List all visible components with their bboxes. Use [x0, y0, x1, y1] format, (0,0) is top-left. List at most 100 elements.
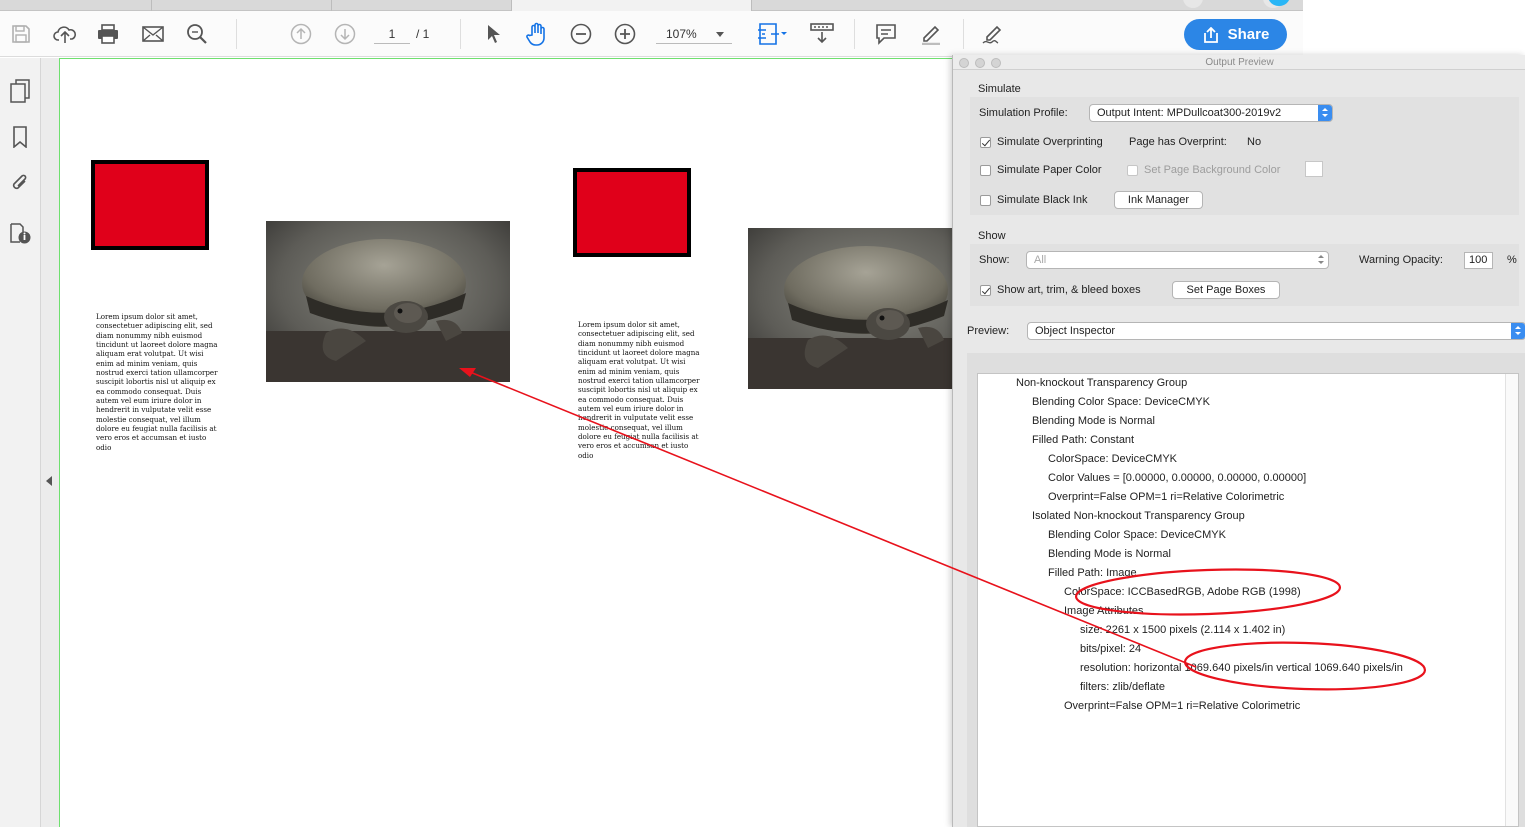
simulate-paper-color-label: Simulate Paper Color [997, 164, 1102, 176]
document-tab[interactable] [332, 0, 512, 11]
tree-item: Color Values = [0.00000, 0.00000, 0.0000… [1048, 472, 1307, 484]
turtle-photo [266, 221, 510, 382]
tree-item: Filled Path: Constant [1032, 434, 1135, 446]
preview-select-value: Object Inspector [1035, 325, 1116, 337]
show-select-value: All [1034, 254, 1047, 266]
pdf-page: Lorem ipsum dolor sit amet, consectetuer… [59, 58, 952, 827]
tree-item: Overprint=False OPM=1 ri=Relative Colori… [1048, 491, 1285, 503]
document-tab-active[interactable] [512, 0, 752, 11]
tree-item: Blending Color Space: DeviceCMYK [1032, 396, 1210, 408]
tree-item: Non-knockout Transparency Group [1016, 377, 1188, 389]
show-label: Show: [979, 254, 1010, 266]
toolbar-separator [236, 19, 237, 49]
percent-sign: % [1507, 254, 1517, 266]
output-preview-panel: Output Preview Simulate Simulation Profi… [952, 55, 1525, 827]
previous-page-icon[interactable] [287, 20, 315, 48]
left-navigation-pane [0, 58, 41, 827]
document-tab[interactable] [152, 0, 332, 11]
sign-pen-icon[interactable] [980, 20, 1008, 48]
zoom-level-select[interactable]: 107% [656, 24, 732, 44]
chevron-updown-icon [1314, 252, 1328, 268]
show-heading: Show [978, 230, 1006, 242]
preview-select[interactable]: Object Inspector [1027, 322, 1525, 340]
share-button[interactable]: Share [1184, 19, 1287, 50]
tree-item: Filled Path: Image [1048, 567, 1137, 579]
show-boxes-label: Show art, trim, & bleed boxes [997, 284, 1141, 296]
zoom-out-icon[interactable] [567, 20, 595, 48]
simulation-profile-label: Simulation Profile: [979, 107, 1068, 119]
simulation-profile-value: Output Intent: MPDullcoat300-2019v2 [1097, 107, 1282, 119]
attachment-icon[interactable] [6, 169, 34, 197]
zoom-level-value: 107% [666, 27, 697, 41]
tree-item: ColorSpace: ICCBasedRGB, Adobe RGB (1998… [1064, 586, 1301, 598]
chevron-updown-icon [1511, 323, 1525, 339]
bookmark-icon[interactable] [6, 123, 34, 151]
page-thumbnails-icon[interactable] [6, 77, 34, 105]
show-group: Show: All Warning Opacity: 100 % Show ar… [970, 244, 1519, 306]
show-select[interactable]: All [1026, 251, 1329, 269]
email-icon[interactable] [139, 20, 167, 48]
show-boxes-checkbox[interactable] [980, 285, 991, 296]
zoom-window-icon[interactable] [991, 58, 1001, 68]
simulate-group: Simulation Profile: Output Intent: MPDul… [970, 97, 1519, 215]
set-page-boxes-button[interactable]: Set Page Boxes [1172, 281, 1280, 299]
main-toolbar: 1 / 1 107% Share [0, 11, 1303, 57]
save-icon[interactable] [7, 20, 35, 48]
highlight-pen-icon[interactable] [917, 20, 945, 48]
page-number-input[interactable]: 1 [374, 24, 410, 44]
simulate-overprinting-checkbox[interactable] [980, 137, 991, 148]
tree-item: resolution: horizontal 1069.640 pixels/i… [1080, 662, 1403, 674]
background-color-swatch[interactable] [1305, 161, 1323, 177]
collapse-pane-arrow-icon[interactable] [46, 476, 52, 486]
warning-opacity-input[interactable]: 100 [1464, 252, 1493, 269]
select-arrow-icon[interactable] [479, 20, 507, 48]
acrobat-window: 1 / 1 107% Share Lorem ipsum dolor sit a… [0, 0, 1525, 827]
fit-page-icon[interactable] [756, 20, 790, 48]
toolbar-separator [963, 19, 964, 49]
simulate-black-ink-checkbox[interactable] [980, 195, 991, 206]
search-icon[interactable] [183, 20, 211, 48]
tree-item: Overprint=False OPM=1 ri=Relative Colori… [1064, 700, 1301, 712]
share-icon [1203, 26, 1218, 43]
red-rectangle [573, 168, 691, 257]
close-window-icon[interactable] [959, 58, 969, 68]
document-properties-icon[interactable] [6, 219, 34, 247]
toolbar-separator [460, 19, 461, 49]
warning-opacity-label: Warning Opacity: [1359, 254, 1443, 266]
tree-item: ColorSpace: DeviceCMYK [1048, 453, 1177, 465]
share-button-label: Share [1227, 26, 1270, 43]
title-area-right [1183, 0, 1525, 11]
tree-item: Blending Color Space: DeviceCMYK [1048, 529, 1226, 541]
print-icon[interactable] [94, 20, 122, 48]
document-tab[interactable] [0, 0, 152, 11]
tree-item: Image Attributes [1064, 605, 1144, 617]
tree-item: Isolated Non-knockout Transparency Group [1032, 510, 1245, 522]
upload-cloud-icon[interactable] [51, 20, 79, 48]
tree-item: bits/pixel: 24 [1080, 643, 1142, 655]
toolbar-separator [854, 19, 855, 49]
tree-item: Blending Mode is Normal [1032, 415, 1155, 427]
object-inspector-tree[interactable]: Non-knockout Transparency Group Blending… [977, 373, 1519, 827]
comment-icon[interactable] [872, 20, 900, 48]
scrolling-mode-icon[interactable] [808, 20, 836, 48]
document-tab-strip [0, 0, 1303, 11]
page-has-overprint-value: No [1247, 136, 1262, 148]
minimize-window-icon[interactable] [975, 58, 985, 68]
simulate-paper-color-checkbox[interactable] [980, 165, 991, 176]
zoom-in-icon[interactable] [611, 20, 639, 48]
set-page-background-checkbox[interactable] [1127, 165, 1138, 176]
tree-item: filters: zlib/deflate [1080, 681, 1165, 693]
inspector-scrollbar[interactable] [1505, 374, 1518, 826]
ink-manager-button[interactable]: Ink Manager [1114, 191, 1203, 209]
tree-item: Blending Mode is Normal [1048, 548, 1171, 560]
simulation-profile-select[interactable]: Output Intent: MPDullcoat300-2019v2 [1089, 104, 1333, 122]
simulate-black-ink-label: Simulate Black Ink [997, 194, 1088, 206]
tree-item: size: 2261 x 1500 pixels (2.114 x 1.402 … [1080, 624, 1286, 636]
lorem-ipsum-text-left: Lorem ipsum dolor sit amet, consectetuer… [96, 312, 218, 452]
chevron-updown-icon [1318, 105, 1332, 121]
set-page-background-label: Set Page Background Color [1144, 164, 1281, 176]
lorem-ipsum-text-right: Lorem ipsum dolor sit amet, consectetuer… [578, 320, 700, 460]
page-has-overprint-label: Page has Overprint: [1129, 136, 1227, 148]
hand-tool-icon[interactable] [523, 20, 551, 48]
next-page-icon[interactable] [331, 20, 359, 48]
